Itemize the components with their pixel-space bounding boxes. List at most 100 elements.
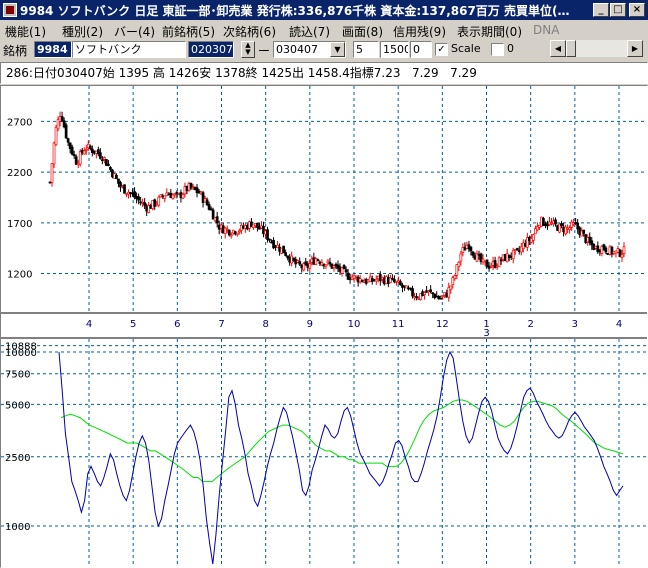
indicator-y-tick: 2500 (5, 453, 30, 464)
candle-body (374, 279, 378, 282)
candle-body (441, 295, 445, 297)
menu-next-stock[interactable]: 次銘柄(6) (223, 23, 276, 40)
candle-body (66, 138, 70, 143)
candle-body (227, 229, 231, 236)
candle-body (604, 247, 608, 253)
zero-checkbox[interactable] (491, 43, 504, 56)
scroll-thumb[interactable] (566, 40, 576, 57)
month-tick: 6 (174, 319, 180, 330)
menu-bar: 機能(1) 種別(2) バー(4) 前銘柄(5) 次銘柄(6) 読込(7) 画面… (0, 20, 648, 39)
candle-body (103, 157, 106, 160)
candle-body (429, 289, 433, 292)
month-tick: 9 (307, 319, 313, 330)
candle-body (453, 275, 457, 280)
indicator-y-tick: 10888 (5, 342, 37, 353)
candle-body (469, 246, 473, 252)
candle-body (50, 163, 54, 183)
candle-body (205, 199, 209, 205)
candle-body (115, 174, 118, 179)
candle-body (60, 116, 64, 122)
horizontal-scrollbar[interactable]: ◀ ▶ (550, 40, 643, 57)
scale-checkbox[interactable]: ✓ (435, 43, 448, 56)
candle-body (70, 146, 74, 155)
app-icon[interactable] (3, 3, 17, 17)
candle-body (137, 196, 140, 201)
candle-body (459, 253, 463, 262)
candle-body (235, 232, 239, 235)
candle-body (229, 234, 233, 237)
candle-body (554, 219, 557, 225)
candle-body (415, 296, 418, 298)
candle-body (298, 261, 302, 265)
menu-type[interactable]: 種別(2) (62, 23, 103, 40)
candle-body (439, 297, 443, 300)
candle-body (423, 292, 426, 295)
price-y-tick: 2700 (7, 117, 32, 128)
indicator-y-axis: 10002500500075001000010888 (5, 342, 37, 533)
menu-margin[interactable]: 信用残(9) (393, 23, 446, 40)
menu-function[interactable]: 機能(1) (5, 23, 46, 40)
menu-bar-type[interactable]: バー(4) (114, 23, 155, 40)
candle-body (107, 163, 110, 166)
menu-period[interactable]: 表示期間(0) (457, 23, 522, 40)
candle-body (622, 246, 626, 254)
candle-body (431, 292, 435, 295)
param2-input[interactable]: 1500 (380, 41, 409, 58)
zero-label: 0 (507, 42, 514, 55)
maximize-button[interactable]: □ (610, 3, 626, 17)
stock-name-field[interactable]: ソフトバンク (72, 41, 186, 58)
stock-label: 銘柄 (3, 44, 28, 58)
chart-svg[interactable]: 1200170022002700 4 5 6 7 8 9 10 11 12 1 2 3 43 10002… (1, 86, 647, 567)
indicator-y-tick: 7500 (5, 370, 30, 381)
window-title: 9984 ソフトバンク 日足 東証一部･卸売業 発行株:336,876千株 資本… (20, 4, 570, 18)
chevron-down-icon[interactable]: ▼ (330, 42, 345, 57)
candle-body (391, 277, 394, 280)
month-tick: 2 (527, 319, 533, 330)
candle-body (282, 245, 285, 254)
candle-body (560, 223, 563, 226)
param3-input[interactable]: 0 (410, 41, 432, 58)
date-from-input[interactable]: 020307 (188, 41, 234, 58)
stock-code-input[interactable]: 9984 (34, 41, 72, 58)
candle-body (153, 199, 157, 207)
month-tick: 11 (392, 319, 405, 330)
scale-label: Scale (451, 42, 481, 55)
candle-body (52, 142, 56, 165)
candle-body (497, 257, 501, 267)
minimize-button[interactable]: _ (593, 3, 609, 17)
indicator-lines (58, 350, 624, 565)
month-tick: 10 (348, 319, 361, 330)
candle-body (489, 265, 493, 268)
candle-body (344, 269, 348, 273)
date-axis: 4 5 6 7 8 9 10 11 12 1 2 3 43 (86, 319, 622, 339)
candle-body (64, 124, 68, 139)
candle-body (101, 159, 104, 162)
indicator-y-tick: 5000 (5, 400, 30, 411)
param1-input[interactable]: 5 (353, 41, 379, 58)
candle-body (173, 193, 177, 196)
month-tick: 3 (572, 319, 578, 330)
candle-body (181, 194, 185, 199)
menu-prev-stock[interactable]: 前銘柄(5) (162, 23, 215, 40)
candle-body (471, 251, 475, 256)
chart-area[interactable]: 1200 1700 2200 2700 4 5 6 7 8 9 10 11 12 1 2 3 4 3 1000 2… (0, 85, 648, 568)
indicator-line-blue (58, 350, 624, 565)
month-tick: 7 (218, 319, 224, 330)
scroll-left-icon[interactable]: ◀ (550, 40, 566, 57)
scroll-right-icon[interactable]: ▶ (627, 40, 643, 57)
candle-body (266, 229, 269, 240)
date-spinner[interactable]: ▲ ▼ (241, 41, 255, 58)
price-y-tick: 1700 (7, 219, 32, 230)
candle-body (72, 154, 76, 156)
menu-load[interactable]: 読込(7) (289, 23, 330, 40)
candle-body (163, 195, 167, 199)
menu-screen[interactable]: 画面(8) (342, 23, 383, 40)
price-y-axis: 1200 1700 2200 2700 (7, 117, 32, 280)
close-button[interactable]: × (629, 3, 645, 17)
indicator-grid (1, 339, 647, 566)
ohlc-status-line: 286:日付030407始 1395 高 1426安 1378終 1425出 1… (0, 62, 648, 84)
candle-body (324, 264, 328, 267)
title-bar[interactable]: 9984 ソフトバンク 日足 東証一部･卸売業 発行株:336,876千株 資本… (0, 0, 648, 20)
candle-body (620, 254, 624, 258)
candle-body (411, 288, 414, 297)
